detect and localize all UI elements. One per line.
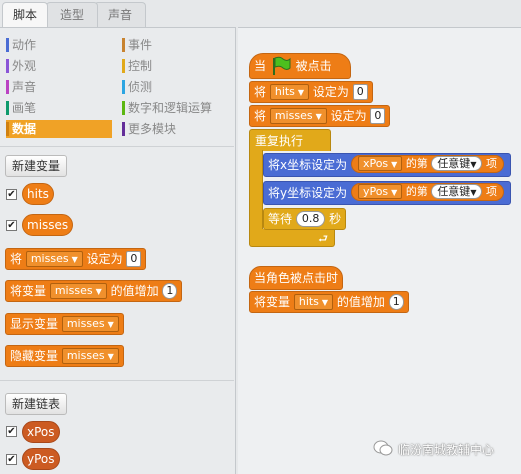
new-list-button[interactable]: 新建链表	[5, 393, 68, 415]
hits-reporter[interactable]: hits	[22, 183, 54, 205]
category-data[interactable]: 数据	[6, 120, 112, 138]
value-input[interactable]: 0	[370, 108, 386, 124]
set-variable-block[interactable]: 将 misses ▼ 设定为 0	[5, 248, 147, 270]
forever-block[interactable]: 重复执行	[249, 129, 331, 151]
tab-sounds[interactable]: 声音	[94, 2, 146, 27]
wait-seconds-input[interactable]: 0.8	[295, 211, 326, 227]
tab-scripts[interactable]: 脚本	[2, 2, 48, 27]
item-of-list-reporter[interactable]: xPos ▼ 的第 任意键▼ 项	[350, 155, 504, 173]
change-hits-block[interactable]: 将变量 hits ▼ 的值增加 1	[249, 291, 409, 313]
ypos-list-reporter[interactable]: yPos	[22, 448, 60, 470]
ypos-checkbox[interactable]: ✔	[6, 454, 17, 465]
value-input[interactable]: 1	[162, 283, 178, 299]
list-dropdown[interactable]: xPos ▼	[357, 156, 403, 171]
divider	[0, 380, 234, 381]
hits-checkbox[interactable]: ✔	[6, 189, 17, 200]
loop-arrow-icon: ⮐	[318, 232, 328, 245]
category-control[interactable]: 控制	[122, 57, 230, 75]
block-palette: 动作 外观 声音 画笔 数据 事件 控制 侦测 数字和逻辑运算 更多模块 新建变…	[0, 27, 236, 474]
value-input[interactable]: 0	[126, 251, 142, 267]
xpos-checkbox[interactable]: ✔	[6, 426, 17, 437]
category-pen[interactable]: 画笔	[6, 99, 112, 117]
variable-dropdown[interactable]: hits ▼	[293, 294, 334, 310]
variable-dropdown[interactable]: misses ▼	[61, 348, 119, 364]
divider	[0, 146, 234, 147]
new-variable-button[interactable]: 新建变量	[5, 155, 68, 177]
category-operators[interactable]: 数字和逻辑运算	[122, 99, 230, 117]
when-flag-clicked-hat[interactable]: 当 被点击	[249, 53, 351, 79]
forever-block-arm	[249, 150, 263, 230]
variable-dropdown[interactable]: misses ▼	[269, 108, 327, 124]
misses-checkbox[interactable]: ✔	[6, 220, 17, 231]
wechat-icon	[373, 439, 393, 460]
misses-label: misses	[27, 218, 69, 232]
item-dropdown[interactable]: 任意键▼	[431, 156, 483, 171]
category-looks[interactable]: 外观	[6, 57, 112, 75]
category-sensing[interactable]: 侦测	[122, 78, 230, 96]
forever-block-bottom: ⮐	[249, 229, 335, 247]
variable-dropdown[interactable]: misses ▼	[49, 283, 107, 299]
category-motion[interactable]: 动作	[6, 36, 112, 54]
hits-label: hits	[27, 187, 49, 201]
tab-costumes[interactable]: 造型	[46, 2, 98, 27]
item-of-list-reporter[interactable]: yPos ▼ 的第 任意键▼ 项	[350, 183, 504, 201]
green-flag-icon	[270, 54, 292, 78]
list-dropdown[interactable]: yPos ▼	[357, 184, 403, 199]
misses-reporter[interactable]: misses	[22, 214, 74, 236]
hide-variable-block[interactable]: 隐藏变量 misses ▼	[5, 345, 124, 367]
variable-dropdown[interactable]: hits ▼	[269, 84, 310, 100]
when-sprite-clicked-hat[interactable]: 当角色被点击时	[249, 266, 344, 290]
value-input[interactable]: 0	[352, 84, 368, 100]
set-x-block[interactable]: 将x坐标设定为 xPos ▼ 的第 任意键▼ 项	[263, 153, 511, 177]
show-variable-block[interactable]: 显示变量 misses ▼	[5, 313, 124, 335]
wait-block[interactable]: 等待 0.8 秒	[263, 208, 347, 230]
category-sound[interactable]: 声音	[6, 78, 112, 96]
set-y-block[interactable]: 将y坐标设定为 yPos ▼ 的第 任意键▼ 项	[263, 181, 511, 205]
set-misses-block[interactable]: 将 misses ▼ 设定为 0	[249, 105, 391, 127]
item-dropdown[interactable]: 任意键▼	[431, 184, 483, 199]
scratch-editor: 声音 造型 脚本 动作 外观 声音 画笔 数据 事件 控制 侦测 数字和逻辑运算…	[0, 0, 521, 474]
watermark-text: 临汾南城教辅中心	[398, 443, 495, 457]
tab-bar: 声音 造型 脚本	[0, 0, 240, 28]
variable-dropdown[interactable]: misses ▼	[61, 316, 119, 332]
category-events[interactable]: 事件	[122, 36, 230, 54]
category-more-blocks[interactable]: 更多模块	[122, 120, 230, 138]
set-hits-block[interactable]: 将 hits ▼ 设定为 0	[249, 81, 373, 103]
variable-dropdown[interactable]: misses ▼	[25, 251, 83, 267]
change-variable-block[interactable]: 将变量 misses ▼ 的值增加 1	[5, 280, 183, 302]
value-input[interactable]: 1	[388, 294, 404, 310]
xpos-list-reporter[interactable]: xPos	[22, 421, 60, 443]
